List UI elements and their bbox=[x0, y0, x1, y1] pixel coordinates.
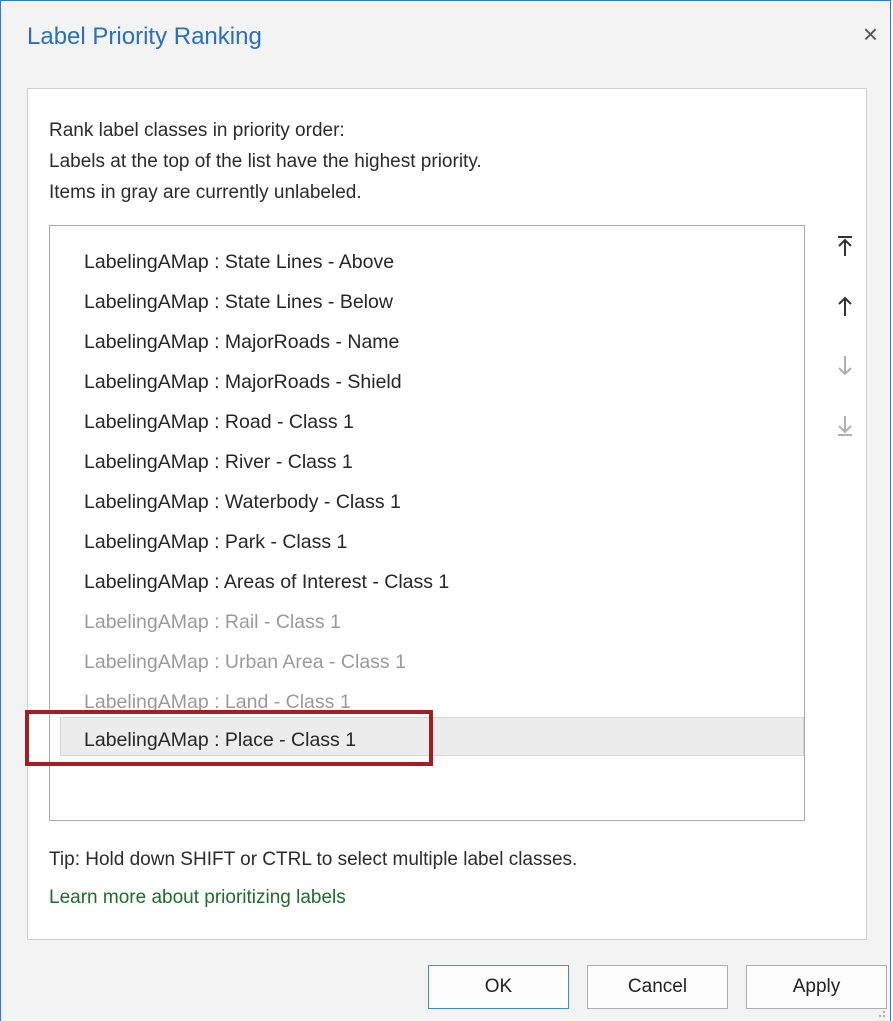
move-to-top-icon bbox=[838, 236, 852, 256]
move-down-icon bbox=[838, 356, 852, 376]
list-item-unlabeled[interactable]: LabelingAMap : Urban Area - Class 1 bbox=[84, 650, 406, 674]
list-item[interactable]: LabelingAMap : MajorRoads - Shield bbox=[84, 370, 402, 394]
instructions: Rank label classes in priority order: La… bbox=[49, 115, 482, 208]
close-icon[interactable]: × bbox=[863, 21, 878, 47]
move-to-bottom-icon bbox=[838, 416, 852, 436]
list-item[interactable]: LabelingAMap : River - Class 1 bbox=[84, 450, 353, 474]
list-item[interactable]: LabelingAMap : Waterbody - Class 1 bbox=[84, 490, 401, 514]
instruction-line-1: Rank label classes in priority order: bbox=[49, 120, 345, 141]
list-item[interactable]: LabelingAMap : State Lines - Above bbox=[84, 250, 394, 274]
dialog-title: Label Priority Ranking bbox=[27, 23, 262, 50]
list-item[interactable]: LabelingAMap : State Lines - Below bbox=[84, 290, 393, 314]
move-down-button[interactable] bbox=[831, 352, 859, 380]
move-up-button[interactable] bbox=[831, 292, 859, 320]
move-up-icon bbox=[838, 296, 852, 316]
ok-button[interactable]: OK bbox=[428, 965, 569, 1009]
list-item-unlabeled[interactable]: LabelingAMap : Rail - Class 1 bbox=[84, 610, 341, 634]
instruction-line-3: Items in gray are currently unlabeled. bbox=[49, 182, 362, 203]
list-item[interactable]: LabelingAMap : Areas of Interest - Class… bbox=[84, 570, 449, 594]
apply-button[interactable]: Apply bbox=[746, 965, 887, 1009]
label-priority-ranking-dialog: Label Priority Ranking × Rank label clas… bbox=[0, 0, 891, 1021]
list-item[interactable]: LabelingAMap : Park - Class 1 bbox=[84, 530, 347, 554]
instruction-line-2: Labels at the top of the list have the h… bbox=[49, 151, 482, 172]
highlight-annotation-box bbox=[25, 710, 433, 766]
learn-more-link[interactable]: Learn more about prioritizing labels bbox=[49, 887, 346, 909]
list-item[interactable]: LabelingAMap : MajorRoads - Name bbox=[84, 330, 399, 354]
move-to-top-button[interactable] bbox=[831, 232, 859, 260]
cancel-button[interactable]: Cancel bbox=[587, 965, 728, 1009]
list-item[interactable]: LabelingAMap : Road - Class 1 bbox=[84, 410, 354, 434]
resize-grip-icon[interactable] bbox=[876, 1008, 886, 1018]
tip-text: Tip: Hold down SHIFT or CTRL to select m… bbox=[49, 849, 578, 870]
move-to-bottom-button[interactable] bbox=[831, 412, 859, 440]
